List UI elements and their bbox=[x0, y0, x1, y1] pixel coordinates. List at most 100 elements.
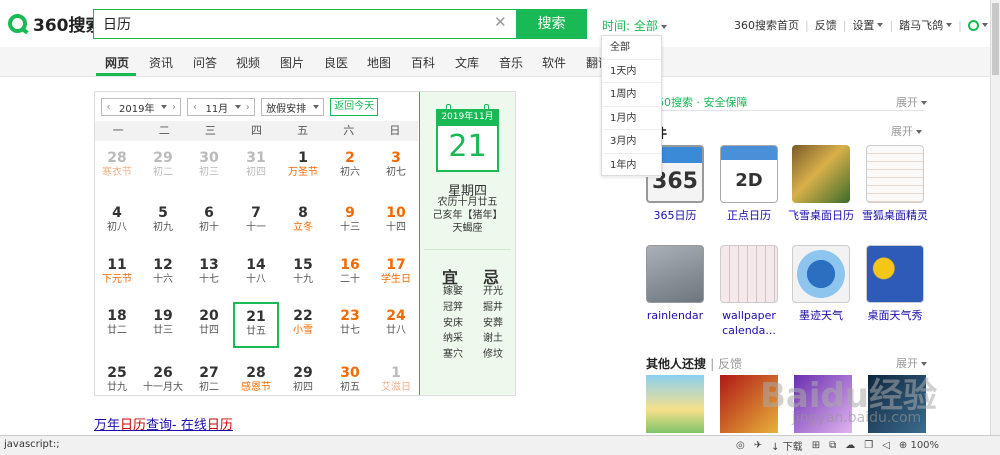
calendar-day[interactable]: 22 小雪 bbox=[280, 303, 326, 349]
prev-year-icon[interactable]: ‹ bbox=[102, 102, 115, 113]
month-selector[interactable]: ‹ 11月 › bbox=[187, 98, 256, 116]
tab-web[interactable]: 网页 bbox=[105, 54, 129, 71]
download-icon[interactable]: ↓ 下载 bbox=[771, 438, 803, 453]
day-number: 21 bbox=[246, 309, 266, 325]
calendar-day[interactable]: 18 廿二 bbox=[94, 303, 140, 349]
calendar-day[interactable]: 4 初八 bbox=[94, 200, 140, 246]
calendar-day[interactable]: 29 初二 bbox=[140, 145, 186, 191]
calendar-day[interactable]: 19 廿三 bbox=[140, 303, 186, 349]
app-feixue[interactable]: 飞雪桌面日历 bbox=[786, 145, 856, 223]
tab-video[interactable]: 视频 bbox=[236, 54, 260, 71]
calendar-day[interactable]: 6 初十 bbox=[186, 200, 232, 246]
calendar-day[interactable]: 28 感恩节 bbox=[233, 360, 279, 406]
today-button[interactable]: 返回今天 bbox=[330, 98, 379, 116]
search-button[interactable]: 搜索 bbox=[516, 9, 587, 39]
feedback-link[interactable]: | 反馈 bbox=[710, 357, 742, 371]
calendar-day[interactable]: 16 二十 bbox=[327, 252, 373, 298]
tools-icon[interactable]: ⊞ bbox=[812, 440, 820, 451]
calendar-day[interactable]: 28 寒衣节 bbox=[94, 145, 140, 191]
app-wallpaper[interactable]: wallpaper calenda... bbox=[714, 245, 784, 338]
app-rainlendar[interactable]: rainlendar bbox=[640, 245, 710, 323]
calendar-day[interactable]: 29 初四 bbox=[280, 360, 326, 406]
app-moji[interactable]: 墨迹天气 bbox=[786, 245, 856, 323]
app-tianqixiu[interactable]: 桌面天气秀 bbox=[860, 245, 930, 323]
user-link[interactable]: 踏马飞鸽 bbox=[899, 17, 943, 33]
calendar-day[interactable]: 1 万圣节 bbox=[280, 145, 326, 191]
year-selector[interactable]: ‹ 2019年 › bbox=[101, 98, 182, 116]
calendar-day[interactable]: 7 十一 bbox=[233, 200, 279, 246]
calendar-day[interactable]: 25 廿九 bbox=[94, 360, 140, 406]
time-option[interactable]: 1月内 bbox=[602, 107, 661, 130]
calendar-day[interactable]: 10 十四 bbox=[373, 200, 419, 246]
copy-icon[interactable]: ❐ bbox=[864, 440, 873, 451]
tab-software[interactable]: 软件 bbox=[542, 54, 566, 71]
lunar-label: 初四 bbox=[246, 167, 266, 178]
tab-music[interactable]: 音乐 bbox=[499, 54, 523, 71]
calendar-day[interactable]: 14 十八 bbox=[233, 252, 279, 298]
clear-icon[interactable]: ✕ bbox=[494, 13, 507, 31]
related-image[interactable] bbox=[646, 375, 704, 433]
calendar-day[interactable]: 26 十一月大 bbox=[140, 360, 186, 406]
user-avatar-icon[interactable] bbox=[967, 19, 979, 31]
calendar-day[interactable]: 30 初五 bbox=[327, 360, 373, 406]
time-option[interactable]: 1周内 bbox=[602, 83, 661, 107]
calendar-day[interactable]: 1 艾滋日 bbox=[373, 360, 419, 406]
calendar-day[interactable]: 2 初六 bbox=[327, 145, 373, 191]
calendar-day[interactable]: 30 初三 bbox=[186, 145, 232, 191]
lunar-label: 廿五 bbox=[246, 326, 266, 337]
calendar-day[interactable]: 3 初七 bbox=[373, 145, 419, 191]
calendar-day[interactable]: 24 廿八 bbox=[373, 303, 419, 349]
time-option[interactable]: 1年内 bbox=[602, 154, 661, 177]
calendar-day[interactable]: 9 十三 bbox=[327, 200, 373, 246]
expand-link[interactable]: 展开 bbox=[896, 94, 927, 110]
app-xuehu[interactable]: 雪狐桌面精灵 bbox=[860, 145, 930, 223]
calendar-day[interactable]: 31 初四 bbox=[233, 145, 279, 191]
feedback-link[interactable]: 反馈 bbox=[815, 17, 837, 33]
calendar-day[interactable]: 12 十六 bbox=[140, 252, 186, 298]
scrollbar-thumb[interactable] bbox=[992, 3, 999, 75]
app-icon: 2D bbox=[720, 145, 778, 203]
calendar-day[interactable]: 21 廿五 bbox=[233, 302, 279, 348]
prev-month-icon[interactable]: ‹ bbox=[188, 102, 201, 113]
time-option[interactable]: 全部 bbox=[602, 36, 661, 60]
tab-news[interactable]: 资讯 bbox=[149, 54, 173, 71]
tab-doctor[interactable]: 良医 bbox=[324, 54, 348, 71]
time-option[interactable]: 1天内 bbox=[602, 60, 661, 83]
calendar-day[interactable]: 20 廿四 bbox=[186, 303, 232, 349]
next-month-icon[interactable]: › bbox=[241, 102, 254, 113]
expand-link[interactable]: 展开 bbox=[891, 123, 922, 139]
time-filter-value[interactable]: 全部 bbox=[634, 19, 658, 33]
time-option[interactable]: 3月内 bbox=[602, 130, 661, 154]
logo[interactable]: 360搜索 bbox=[8, 10, 103, 36]
search-input[interactable] bbox=[94, 10, 474, 38]
calendar-day[interactable]: 15 十九 bbox=[280, 252, 326, 298]
tab-images[interactable]: 图片 bbox=[280, 54, 304, 71]
time-filter[interactable]: 时间: 全部 bbox=[602, 17, 667, 34]
calendar-day[interactable]: 8 立冬 bbox=[280, 200, 326, 246]
tab-qa[interactable]: 问答 bbox=[193, 54, 217, 71]
window-icon[interactable]: ⧉ bbox=[829, 440, 836, 451]
cloud-icon[interactable]: ☁ bbox=[845, 440, 855, 451]
time-dropdown: 全部 1天内 1周内 1月内 3月内 1年内 bbox=[601, 35, 662, 177]
home-link[interactable]: 360搜索首页 bbox=[734, 17, 799, 33]
calendar-day[interactable]: 17 学生日 bbox=[373, 252, 419, 298]
browser-icon[interactable]: ◎ bbox=[736, 440, 745, 451]
tab-map[interactable]: 地图 bbox=[367, 54, 391, 71]
mute-icon[interactable]: ◁ bbox=[882, 440, 890, 451]
calendar-day[interactable]: 13 十七 bbox=[186, 252, 232, 298]
holiday-selector[interactable]: 放假安排 bbox=[261, 98, 325, 116]
result-link[interactable]: 万年日历查询- 在线日历 bbox=[94, 414, 233, 433]
safe-banner[interactable]: 360搜索 · 安全保障 bbox=[650, 94, 748, 110]
tab-wenku[interactable]: 文库 bbox=[455, 54, 479, 71]
calendar-day[interactable]: 11 下元节 bbox=[94, 252, 140, 298]
tab-baike[interactable]: 百科 bbox=[411, 54, 435, 71]
lunar-label: 廿二 bbox=[107, 325, 127, 336]
calendar-day[interactable]: 5 初九 bbox=[140, 200, 186, 246]
zoom-icon[interactable]: ⊕ 100% bbox=[899, 440, 939, 451]
settings-link[interactable]: 设置 bbox=[852, 17, 874, 33]
app-zhengdian[interactable]: 2D 正点日历 bbox=[714, 145, 784, 223]
calendar-day[interactable]: 27 初二 bbox=[186, 360, 232, 406]
pin-icon[interactable]: ✈ bbox=[754, 440, 762, 451]
calendar-day[interactable]: 23 廿七 bbox=[327, 303, 373, 349]
next-year-icon[interactable]: › bbox=[167, 102, 180, 113]
